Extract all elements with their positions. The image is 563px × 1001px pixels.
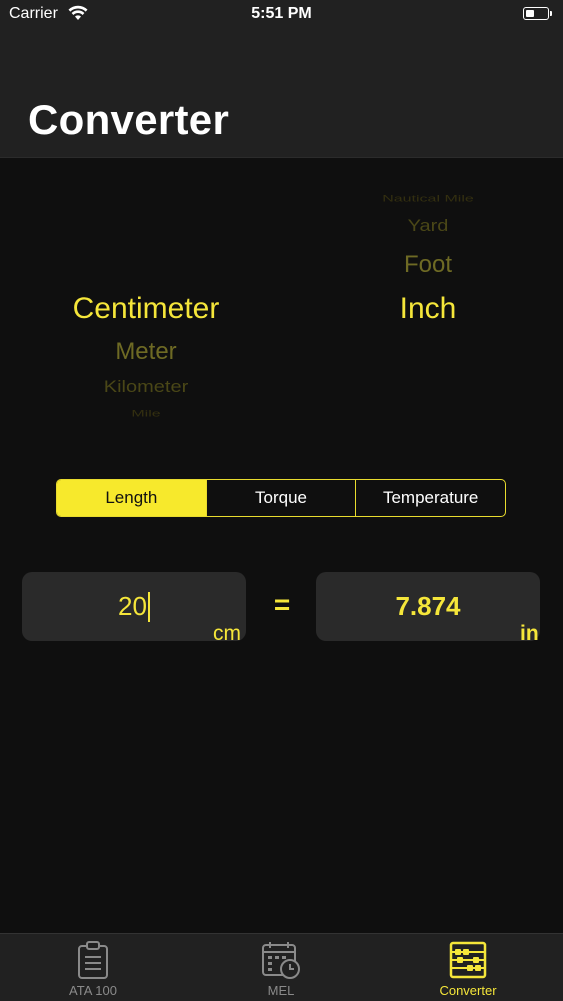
nav-header: Converter <box>0 30 563 158</box>
calendar-clock-icon <box>262 942 300 979</box>
picker-option[interactable]: Yard <box>312 217 544 237</box>
result-value: 7.874 <box>395 591 461 621</box>
tab-label-ata-100: ATA 100 <box>69 983 117 998</box>
result-value-field: 7.874 <box>316 572 540 641</box>
segment-length[interactable]: Length <box>57 480 206 516</box>
text-caret <box>147 591 150 622</box>
abacus-icon <box>449 941 487 979</box>
picker-option[interactable]: Kilometer <box>30 378 262 398</box>
clock-time: 5:51 PM <box>251 5 312 22</box>
input-value[interactable]: 20 <box>118 591 147 622</box>
from-unit-picker[interactable]: Centimeter Meter Kilometer Mile <box>30 175 262 435</box>
picker-selected-to[interactable]: Inch <box>312 292 544 326</box>
picker-option[interactable]: Foot <box>312 251 544 279</box>
tab-ata-100[interactable]: ATA 100 <box>23 934 163 1001</box>
picker-option[interactable]: Nautical Mile <box>312 194 544 205</box>
category-segmented-control[interactable]: Length Torque Temperature <box>56 479 506 517</box>
tab-converter[interactable]: Converter <box>398 934 538 1001</box>
battery-icon <box>523 7 552 20</box>
status-bar: Carrier 5:51 PM <box>0 0 563 30</box>
picker-option[interactable]: Mile <box>30 409 262 420</box>
picker-selected-from[interactable]: Centimeter <box>30 292 262 326</box>
tab-bar: ATA 100 MEL Converter <box>0 933 563 1001</box>
segment-temperature[interactable]: Temperature <box>355 480 505 516</box>
page-title: Converter <box>28 96 230 143</box>
tab-label-converter: Converter <box>439 983 497 998</box>
clipboard-icon <box>78 941 108 979</box>
tab-mel[interactable]: MEL <box>211 934 351 1001</box>
to-unit-picker[interactable]: Nautical Mile Yard Foot Inch <box>312 175 544 435</box>
segment-torque[interactable]: Torque <box>205 480 356 516</box>
picker-option[interactable]: Meter <box>30 338 262 366</box>
tab-label-mel: MEL <box>267 983 295 998</box>
input-unit-label: cm <box>213 622 241 645</box>
equals-sign: = <box>273 589 291 620</box>
result-unit-label: in <box>520 622 539 645</box>
